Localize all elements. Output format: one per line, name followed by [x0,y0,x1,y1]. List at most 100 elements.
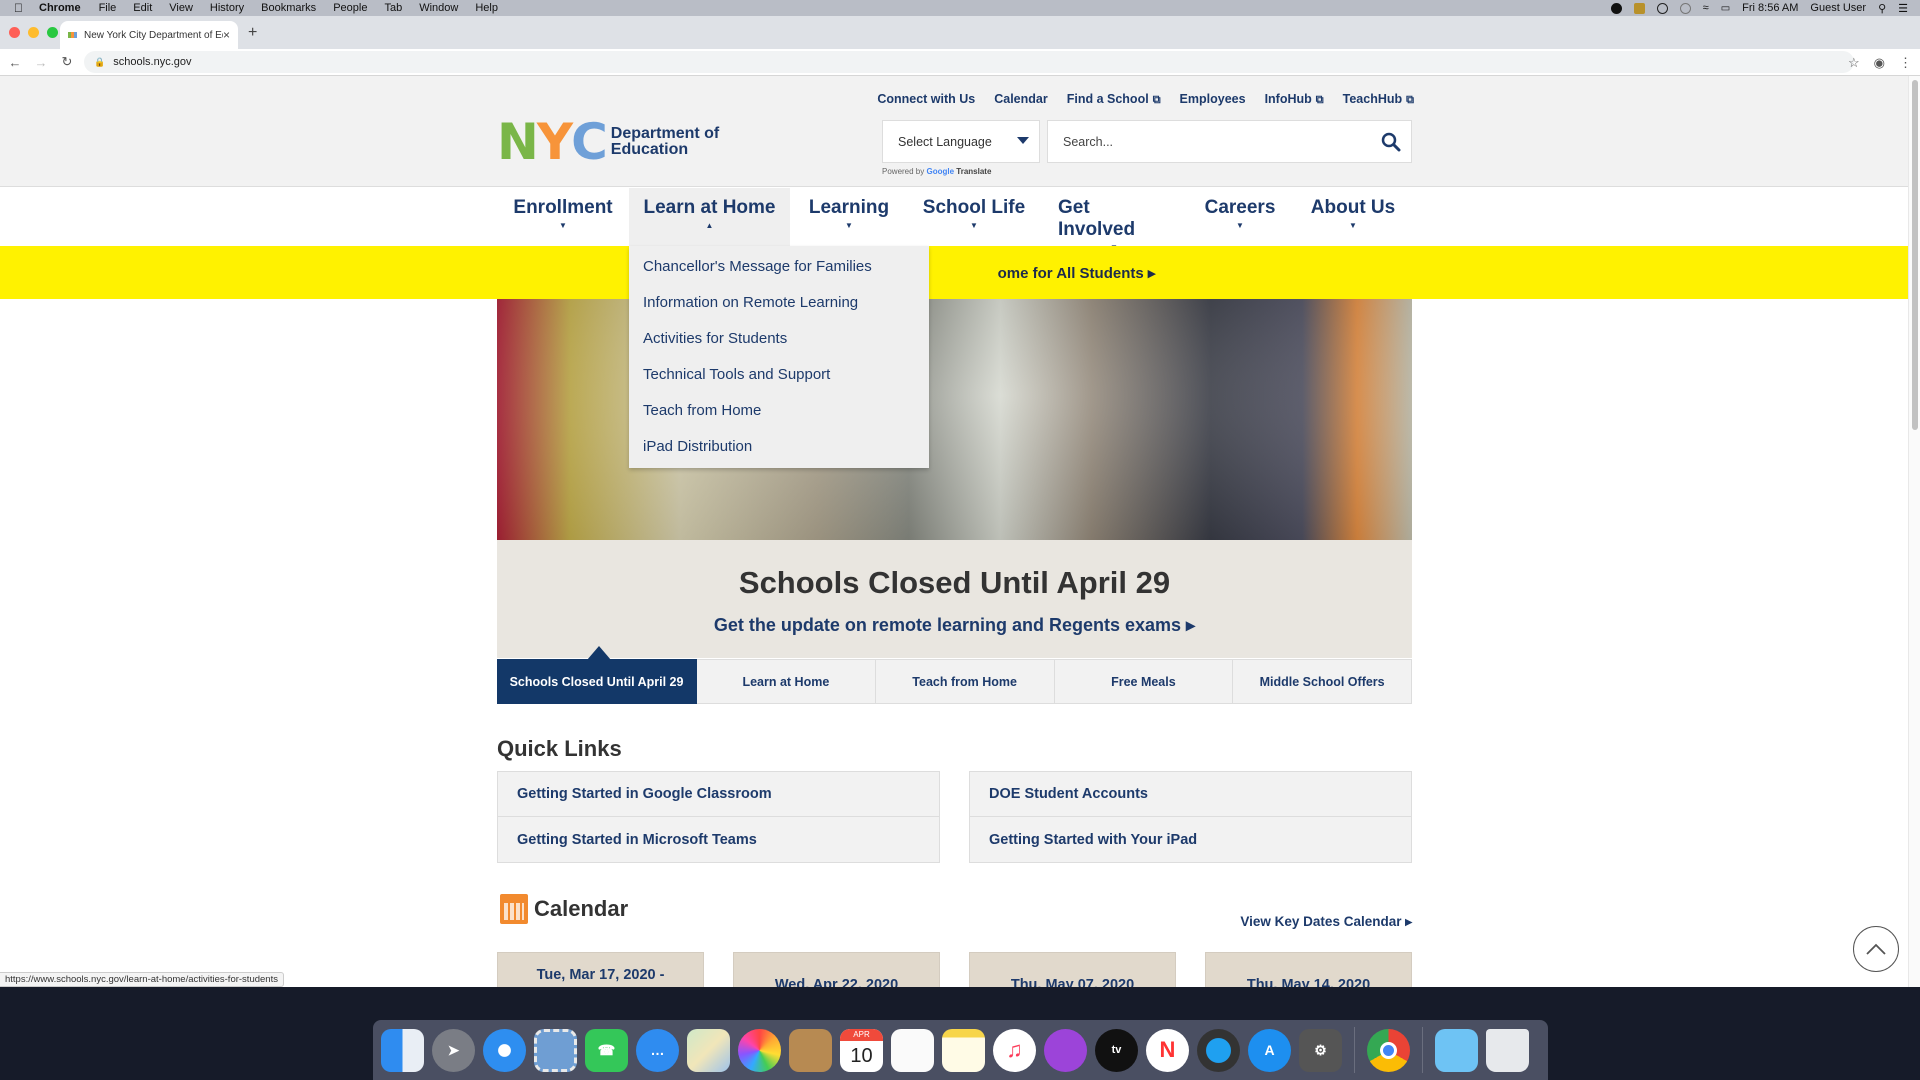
dock-messages-icon[interactable]: … [636,1028,679,1072]
calendar-card[interactable]: Thu, May 14, 2020 [1205,952,1412,987]
menu-history[interactable]: History [210,2,244,14]
clock[interactable]: Fri 8:56 AM [1742,2,1798,14]
dock-music-icon[interactable]: ♫ [993,1028,1036,1072]
hero-tab-middle-school-offers[interactable]: Middle School Offers [1233,659,1412,704]
nav-get-involved[interactable]: Get Involved▼ [1058,188,1170,252]
hero-tab-schools-closed[interactable]: Schools Closed Until April 29 [497,646,697,704]
nav-enrollment[interactable]: Enrollment ▼ [513,188,612,246]
shield-status-icon[interactable] [1633,2,1645,14]
dock-podcasts-icon[interactable] [1044,1028,1087,1072]
quick-link-ipad[interactable]: Getting Started with Your iPad [969,817,1412,863]
quick-link-microsoft-teams[interactable]: Getting Started in Microsoft Teams [497,817,940,863]
alert-text[interactable]: ome for All Students ▸ [998,264,1156,282]
scrollbar-thumb[interactable] [1912,80,1918,430]
search-icon[interactable] [1381,132,1401,155]
bookmark-star-icon[interactable]: ☆ [1848,55,1860,71]
menu-window[interactable]: Window [419,2,458,14]
spotlight-icon[interactable]: ⚲ [1878,2,1886,15]
link-find-a-school[interactable]: Find a School ⧉ [1067,92,1161,107]
menu-edit[interactable]: Edit [133,2,152,14]
dock-quicktime-icon[interactable] [1197,1028,1240,1072]
user-name[interactable]: Guest User [1810,2,1866,14]
profile-icon[interactable]: ◉ [1874,55,1885,71]
dock-downloads-folder-icon[interactable] [1435,1028,1478,1072]
page-scrollbar[interactable] [1908,76,1920,987]
menu-help[interactable]: Help [475,2,498,14]
calendar-card[interactable]: Tue, Mar 17, 2020 - [497,952,704,987]
chrome-menu-icon[interactable]: ⋮ [1899,55,1912,71]
dock-notes-icon[interactable] [942,1028,985,1072]
menu-view[interactable]: View [169,2,193,14]
zoom-window-button[interactable] [47,27,58,38]
back-button[interactable]: ← [4,55,26,70]
record-status-icon[interactable] [1610,2,1622,14]
new-tab-button[interactable]: + [248,24,257,42]
creative-cloud-icon[interactable] [1679,2,1691,14]
dock-app-store-icon[interactable]: A [1248,1028,1291,1072]
dock-system-preferences-icon[interactable]: ⚙ [1299,1028,1342,1072]
alert-banner[interactable]: ome for All Students ▸ [0,246,1908,299]
dropdown-item-remote-learning[interactable]: Information on Remote Learning [629,293,929,329]
lock-icon[interactable]: 🔒 [94,57,105,68]
apple-menu-icon[interactable]:  [14,1,23,15]
dock-mail-icon[interactable] [534,1028,577,1072]
reload-button[interactable]: ↻ [56,54,78,70]
hero-subtitle-link[interactable]: Get the update on remote learning and Re… [497,615,1412,636]
close-window-button[interactable] [9,27,20,38]
nav-school-life[interactable]: School Life ▼ [922,188,1026,246]
notification-center-icon[interactable]: ☰ [1898,2,1908,15]
menu-bookmarks[interactable]: Bookmarks [261,2,316,14]
hero-tab-free-meals[interactable]: Free Meals [1054,659,1234,704]
nav-learning[interactable]: Learning ▼ [808,188,890,246]
link-teachhub[interactable]: TeachHub ⧉ [1343,92,1414,107]
dock-safari-icon[interactable] [483,1028,526,1072]
browser-tab[interactable]: New York City Department of Ed × [60,21,238,49]
menu-people[interactable]: People [333,2,367,14]
dock-photos-icon[interactable] [738,1028,781,1072]
dock-reminders-icon[interactable] [891,1028,934,1072]
hero-tab-teach-from-home[interactable]: Teach from Home [875,659,1055,704]
airplay-icon[interactable]: ▭ [1721,3,1730,14]
dropdown-item-ipad-distribution[interactable]: iPad Distribution [629,437,929,473]
dock-finder-icon[interactable] [381,1028,424,1072]
wifi-icon[interactable]: ≈ [1703,2,1709,14]
search-input[interactable]: Search... [1047,120,1412,163]
language-select[interactable]: Select Language [882,120,1040,163]
forward-button[interactable]: → [30,55,52,70]
hero-tab-learn-at-home[interactable]: Learn at Home [697,659,876,704]
dock-calendar-icon[interactable]: APR 10 [840,1028,883,1072]
dock-launchpad-icon[interactable]: ➤ [432,1028,475,1072]
calendar-card[interactable]: Wed, Apr 22, 2020 [733,952,940,987]
dropdown-item-teach-from-home[interactable]: Teach from Home [629,401,929,437]
link-employees[interactable]: Employees [1180,92,1246,107]
link-calendar[interactable]: Calendar [994,92,1048,107]
calendar-card[interactable]: Thu, May 07, 2020 [969,952,1176,987]
address-bar[interactable]: 🔒 schools.nyc.gov [84,51,1854,73]
dock-trash-icon[interactable] [1486,1028,1529,1072]
dropdown-item-technical-tools[interactable]: Technical Tools and Support [629,365,929,401]
nyc-doe-logo[interactable]: N Y C Department of Education [497,117,719,167]
menu-file[interactable]: File [99,2,117,14]
quick-link-google-classroom[interactable]: Getting Started in Google Classroom [497,771,940,817]
dock-maps-icon[interactable] [687,1028,730,1072]
dock-tv-icon[interactable]: tv [1095,1028,1138,1072]
link-connect-with-us[interactable]: Connect with Us [877,92,975,107]
dock-contacts-icon[interactable] [789,1028,832,1072]
dock-news-icon[interactable]: N [1146,1028,1189,1072]
nav-about-us[interactable]: About Us ▼ [1310,188,1396,246]
nav-careers[interactable]: Careers ▼ [1204,188,1276,246]
view-key-dates-link[interactable]: View Key Dates Calendar ▸ [1240,914,1412,930]
menu-app-name[interactable]: Chrome [39,2,81,14]
address-text[interactable]: schools.nyc.gov [113,56,191,68]
nav-learn-at-home[interactable]: Learn at Home ▲ [629,188,790,246]
quick-link-doe-student-accounts[interactable]: DOE Student Accounts [969,771,1412,817]
back-to-top-button[interactable] [1853,926,1899,972]
link-infohub[interactable]: InfoHub ⧉ [1265,92,1324,107]
menu-tab[interactable]: Tab [384,2,402,14]
dropdown-item-activities-for-students[interactable]: Activities for Students [629,329,929,365]
dock-facetime-icon[interactable]: ☎ [585,1028,628,1072]
powered-by-google-translate[interactable]: Powered by Google Translate [882,167,991,176]
dropdown-item-chancellors-message[interactable]: Chancellor's Message for Families [629,257,929,293]
eject-status-icon[interactable] [1656,2,1668,14]
dock-chrome-icon[interactable] [1367,1028,1410,1072]
